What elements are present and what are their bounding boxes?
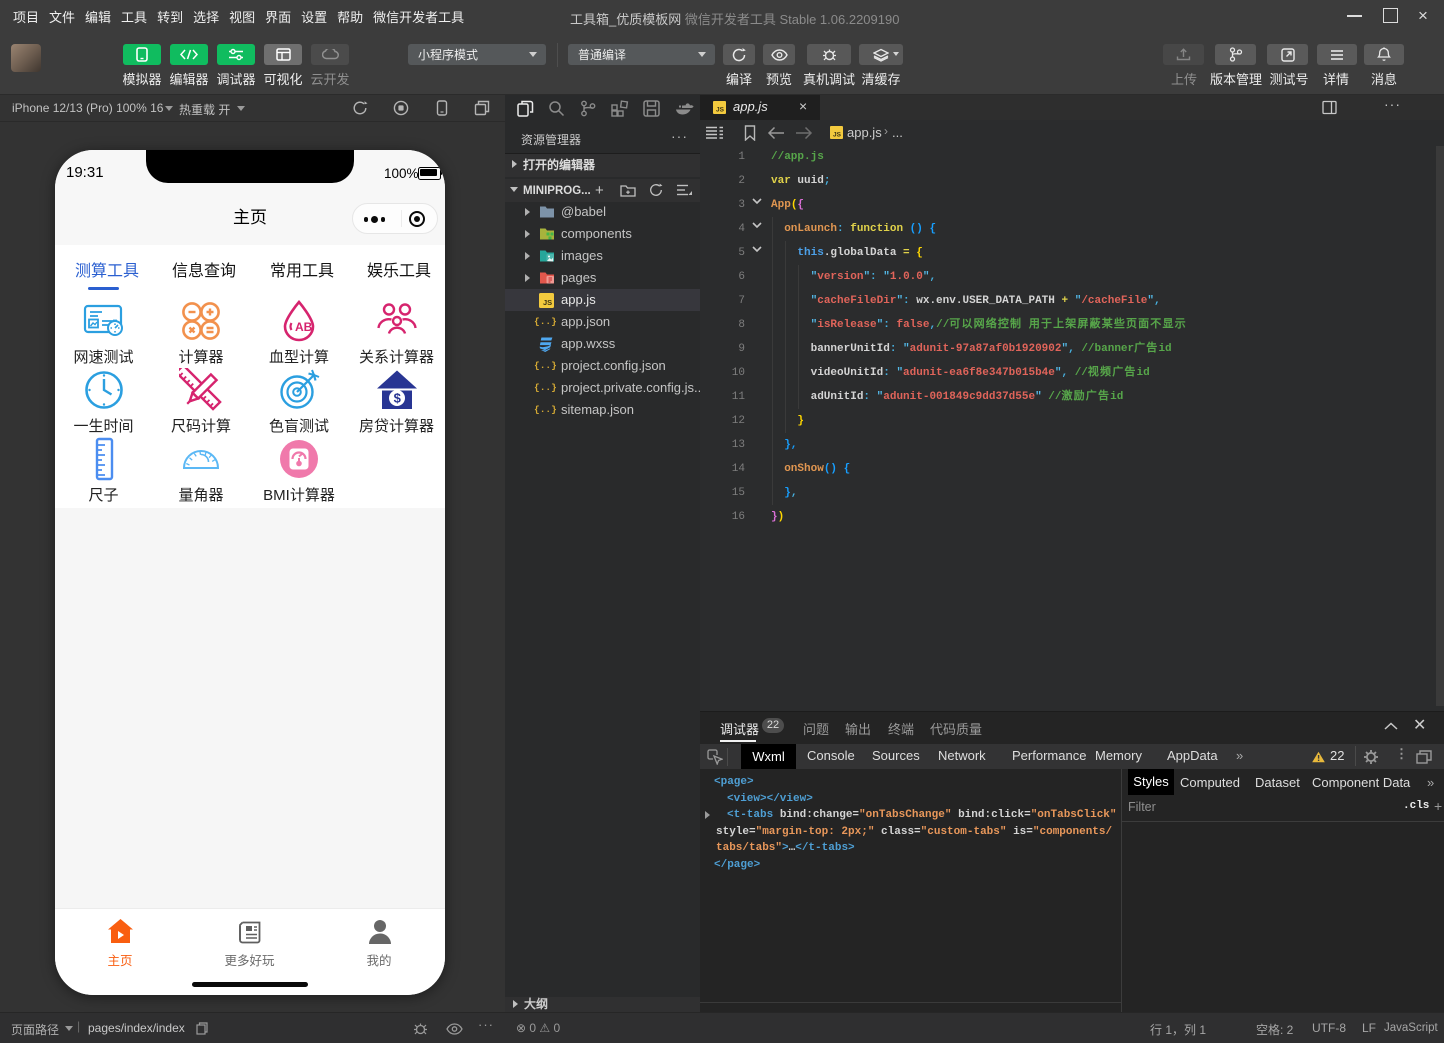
svg-text:$: $ (393, 391, 401, 406)
svg-text:AB: AB (295, 320, 313, 334)
svg-text:JS: JS (716, 107, 725, 114)
svg-text:JS: JS (543, 298, 552, 307)
svg-text:JS: JS (833, 132, 842, 139)
